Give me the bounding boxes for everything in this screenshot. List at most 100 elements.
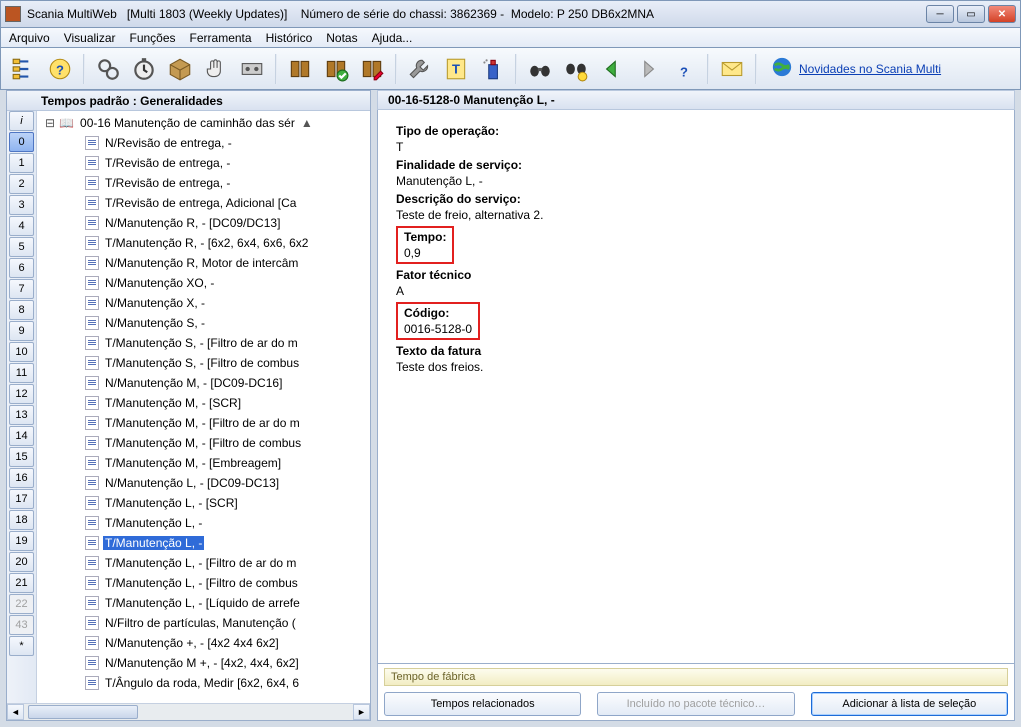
menu-ferramenta[interactable]: Ferramenta xyxy=(190,31,252,45)
menu-arquivo[interactable]: Arquivo xyxy=(9,31,50,45)
tree-item[interactable]: N/Filtro de partículas, Manutenção ( xyxy=(45,613,370,633)
page-icon xyxy=(85,376,99,390)
tree-item[interactable]: N/Manutenção M, - [DC09-DC16] xyxy=(45,373,370,393)
tree-item[interactable]: T/Manutenção L, - [Líquido de arrefe xyxy=(45,593,370,613)
time-value: 0,9 xyxy=(404,246,446,260)
num-button-19[interactable]: 19 xyxy=(9,531,34,551)
num-button-22[interactable]: 22 xyxy=(9,594,34,614)
num-button-13[interactable]: 13 xyxy=(9,405,34,425)
page-icon xyxy=(85,576,99,590)
invoice-label: Texto da fatura xyxy=(396,344,996,358)
tree-item[interactable]: T/Manutenção S, - [Filtro de ar do m xyxy=(45,333,370,353)
num-button-0[interactable]: 0 xyxy=(9,132,34,152)
tree-item[interactable]: N/Manutenção S, - xyxy=(45,313,370,333)
tree-item[interactable]: N/Manutenção +, - [4x2 4x4 6x2] xyxy=(45,633,370,653)
tree-item[interactable]: T/Manutenção R, - [6x2, 6x4, 6x6, 6x2 xyxy=(45,233,370,253)
tool-spray-icon[interactable] xyxy=(475,52,509,86)
num-button-20[interactable]: 20 xyxy=(9,552,34,572)
menu-notas[interactable]: Notas xyxy=(326,31,357,45)
num-button-i[interactable]: i xyxy=(9,111,34,131)
num-button-12[interactable]: 12 xyxy=(9,384,34,404)
tool-help-icon[interactable]: ? xyxy=(667,52,701,86)
num-button-17[interactable]: 17 xyxy=(9,489,34,509)
tool-mail-icon[interactable] xyxy=(715,52,749,86)
tool-info-icon[interactable]: ? xyxy=(43,52,77,86)
svg-text:?: ? xyxy=(680,64,688,79)
tree-root[interactable]: ⊟ 📖 00-16 Manutenção de caminhão das sér… xyxy=(45,113,370,133)
tool-tree-icon[interactable] xyxy=(7,52,41,86)
num-button-11[interactable]: 11 xyxy=(9,363,34,383)
tree-item[interactable]: T/Manutenção M, - [Filtro de ar do m xyxy=(45,413,370,433)
num-button-3[interactable]: 3 xyxy=(9,195,34,215)
scroll-thumb[interactable] xyxy=(28,705,138,719)
close-button[interactable]: ✕ xyxy=(988,5,1016,23)
tree-item[interactable]: N/Manutenção X, - xyxy=(45,293,370,313)
tree-item[interactable]: T/Manutenção S, - [Filtro de combus xyxy=(45,353,370,373)
tree-item[interactable]: N/Manutenção R, Motor de intercâm xyxy=(45,253,370,273)
num-button-7[interactable]: 7 xyxy=(9,279,34,299)
tool-clock-icon[interactable] xyxy=(127,52,161,86)
scroll-right-icon[interactable]: ► xyxy=(353,704,370,720)
page-icon xyxy=(85,416,99,430)
horizontal-scrollbar[interactable]: ◄ ► xyxy=(7,703,370,720)
tree-item[interactable]: T/Manutenção M, - [Filtro de combus xyxy=(45,433,370,453)
menu-historico[interactable]: Histórico xyxy=(266,31,313,45)
tool-hand-icon[interactable] xyxy=(199,52,233,86)
num-button-2[interactable]: 2 xyxy=(9,174,34,194)
num-button-14[interactable]: 14 xyxy=(9,426,34,446)
num-button-4[interactable]: 4 xyxy=(9,216,34,236)
included-package-button[interactable]: Incluído no pacote técnico… xyxy=(597,692,794,716)
num-button-*[interactable]: * xyxy=(9,636,34,656)
tool-parts-icon[interactable] xyxy=(235,52,269,86)
tree-item[interactable]: N/Manutenção L, - [DC09-DC13] xyxy=(45,473,370,493)
num-button-6[interactable]: 6 xyxy=(9,258,34,278)
num-button-15[interactable]: 15 xyxy=(9,447,34,467)
num-button-16[interactable]: 16 xyxy=(9,468,34,488)
add-selection-button[interactable]: Adicionar à lista de seleção xyxy=(811,692,1008,716)
tree-item[interactable]: N/Revisão de entrega, - xyxy=(45,133,370,153)
tool-book-edit-icon[interactable] xyxy=(355,52,389,86)
maximize-button[interactable]: ▭ xyxy=(957,5,985,23)
num-button-9[interactable]: 9 xyxy=(9,321,34,341)
tree-item[interactable]: T/Manutenção L, - xyxy=(45,533,370,553)
tree-item[interactable]: T/Manutenção L, - [SCR] xyxy=(45,493,370,513)
num-button-18[interactable]: 18 xyxy=(9,510,34,530)
tool-package-icon[interactable] xyxy=(163,52,197,86)
tool-binoculars-add-icon[interactable] xyxy=(559,52,593,86)
tree-item[interactable]: T/Manutenção M, - [SCR] xyxy=(45,393,370,413)
menu-visualizar[interactable]: Visualizar xyxy=(64,31,116,45)
tree-item[interactable]: T/Manutenção L, - [Filtro de combus xyxy=(45,573,370,593)
menu-funcoes[interactable]: Funções xyxy=(130,31,176,45)
tree-item[interactable]: T/Revisão de entrega, Adicional [Ca xyxy=(45,193,370,213)
tool-note-icon[interactable]: T xyxy=(439,52,473,86)
tree-item[interactable]: N/Manutenção XO, - xyxy=(45,273,370,293)
tool-book2-icon[interactable] xyxy=(319,52,353,86)
tool-forward-icon[interactable] xyxy=(631,52,665,86)
num-button-1[interactable]: 1 xyxy=(9,153,34,173)
tool-wrench-icon[interactable] xyxy=(403,52,437,86)
tool-binoculars-icon[interactable] xyxy=(523,52,557,86)
related-times-button[interactable]: Tempos relacionados xyxy=(384,692,581,716)
scroll-left-icon[interactable]: ◄ xyxy=(7,704,24,720)
num-button-8[interactable]: 8 xyxy=(9,300,34,320)
tool-back-icon[interactable] xyxy=(595,52,629,86)
tool-gears-icon[interactable] xyxy=(91,52,125,86)
num-button-21[interactable]: 21 xyxy=(9,573,34,593)
num-button-43[interactable]: 43 xyxy=(9,615,34,635)
tree-view[interactable]: ⊟ 📖 00-16 Manutenção de caminhão das sér… xyxy=(37,111,370,703)
tree-item[interactable]: N/Manutenção M +, - [4x2, 4x4, 6x2] xyxy=(45,653,370,673)
num-button-5[interactable]: 5 xyxy=(9,237,34,257)
minimize-button[interactable]: ─ xyxy=(926,5,954,23)
tree-item[interactable]: T/Revisão de entrega, - xyxy=(45,153,370,173)
tree-item[interactable]: T/Manutenção L, - [Filtro de ar do m xyxy=(45,553,370,573)
menu-ajuda[interactable]: Ajuda... xyxy=(372,31,413,45)
tree-item[interactable]: T/Revisão de entrega, - xyxy=(45,173,370,193)
tree-item[interactable]: T/Manutenção M, - [Embreagem] xyxy=(45,453,370,473)
tree-item[interactable]: T/Manutenção L, - xyxy=(45,513,370,533)
news-link[interactable]: Novidades no Scania Multi xyxy=(799,62,941,76)
num-button-10[interactable]: 10 xyxy=(9,342,34,362)
tree-item[interactable]: T/Ângulo da roda, Medir [6x2, 6x4, 6 xyxy=(45,673,370,693)
tree-item[interactable]: N/Manutenção R, - [DC09/DC13] xyxy=(45,213,370,233)
page-icon xyxy=(85,136,99,150)
tool-book1-icon[interactable] xyxy=(283,52,317,86)
